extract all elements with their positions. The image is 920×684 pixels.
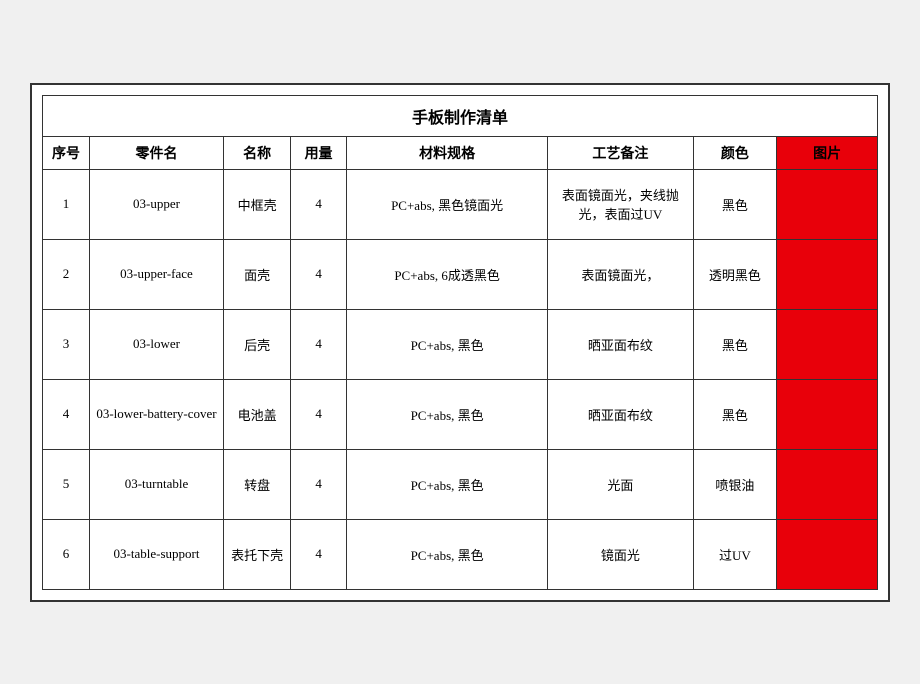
table-cell: PC+abs, 黑色 xyxy=(347,309,548,379)
table-cell: 晒亚面布纹 xyxy=(548,309,693,379)
table-cell: 4 xyxy=(291,449,347,519)
table-cell: 4 xyxy=(43,379,90,449)
image-cell xyxy=(777,309,878,379)
header-craft: 工艺备注 xyxy=(548,136,693,169)
table-cell: 面壳 xyxy=(224,239,291,309)
header-color: 颜色 xyxy=(693,136,777,169)
table-cell: PC+abs, 黑色 xyxy=(347,379,548,449)
table-cell: 4 xyxy=(291,519,347,589)
table-row: 203-upper-face面壳4PC+abs, 6成透黑色表面镜面光，透明黑色 xyxy=(43,239,878,309)
header-row: 序号 零件名 名称 用量 材料规格 工艺备注 颜色 图片 xyxy=(43,136,878,169)
table-cell: 6 xyxy=(43,519,90,589)
table-cell: 黑色 xyxy=(693,379,777,449)
image-cell xyxy=(777,379,878,449)
table-cell: 光面 xyxy=(548,449,693,519)
table-cell: 黑色 xyxy=(693,309,777,379)
table-cell: 03-turntable xyxy=(89,449,223,519)
header-qty: 用量 xyxy=(291,136,347,169)
image-cell xyxy=(777,169,878,239)
table-cell: 1 xyxy=(43,169,90,239)
table-cell: 3 xyxy=(43,309,90,379)
table-cell: 03-upper xyxy=(89,169,223,239)
table-cell: 后壳 xyxy=(224,309,291,379)
image-cell xyxy=(777,239,878,309)
table-cell: 03-upper-face xyxy=(89,239,223,309)
table-row: 603-table-support表托下壳4PC+abs, 黑色镜面光过UV xyxy=(43,519,878,589)
image-cell xyxy=(777,449,878,519)
table-cell: 晒亚面布纹 xyxy=(548,379,693,449)
table-cell: PC+abs, 黑色 xyxy=(347,449,548,519)
table-cell: 4 xyxy=(291,379,347,449)
table-row: 403-lower-battery-cover电池盖4PC+abs, 黑色晒亚面… xyxy=(43,379,878,449)
image-cell xyxy=(777,519,878,589)
table-cell: 表面镜面光， xyxy=(548,239,693,309)
table-cell: 03-lower xyxy=(89,309,223,379)
table-cell: 表托下壳 xyxy=(224,519,291,589)
table-cell: PC+abs, 6成透黑色 xyxy=(347,239,548,309)
table-cell: PC+abs, 黑色 xyxy=(347,519,548,589)
main-container: 手板制作清单 序号 零件名 名称 用量 材料规格 工艺备注 颜色 图片 103-… xyxy=(30,83,890,602)
table-cell: 中框壳 xyxy=(224,169,291,239)
table-cell: 转盘 xyxy=(224,449,291,519)
table-cell: 4 xyxy=(291,239,347,309)
header-part-name: 名称 xyxy=(224,136,291,169)
header-image: 图片 xyxy=(777,136,878,169)
table-row: 303-lower后壳4PC+abs, 黑色晒亚面布纹黑色 xyxy=(43,309,878,379)
table-cell: 4 xyxy=(291,169,347,239)
table-cell: 透明黑色 xyxy=(693,239,777,309)
table-cell: 电池盖 xyxy=(224,379,291,449)
table-cell: 过UV xyxy=(693,519,777,589)
table-cell: 03-table-support xyxy=(89,519,223,589)
table-title: 手板制作清单 xyxy=(42,95,878,136)
table-cell: 喷银油 xyxy=(693,449,777,519)
table-cell: 表面镜面光，夹线抛光，表面过UV xyxy=(548,169,693,239)
table-cell: 03-lower-battery-cover xyxy=(89,379,223,449)
header-seq: 序号 xyxy=(43,136,90,169)
table-cell: 2 xyxy=(43,239,90,309)
header-spec: 材料规格 xyxy=(347,136,548,169)
table-cell: 5 xyxy=(43,449,90,519)
table-cell: 镜面光 xyxy=(548,519,693,589)
table-row: 103-upper中框壳4PC+abs, 黑色镜面光表面镜面光，夹线抛光，表面过… xyxy=(43,169,878,239)
table-cell: PC+abs, 黑色镜面光 xyxy=(347,169,548,239)
table-row: 503-turntable转盘4PC+abs, 黑色光面喷银油 xyxy=(43,449,878,519)
table-cell: 黑色 xyxy=(693,169,777,239)
parts-table: 序号 零件名 名称 用量 材料规格 工艺备注 颜色 图片 103-upper中框… xyxy=(42,136,878,590)
header-part-code: 零件名 xyxy=(89,136,223,169)
table-cell: 4 xyxy=(291,309,347,379)
